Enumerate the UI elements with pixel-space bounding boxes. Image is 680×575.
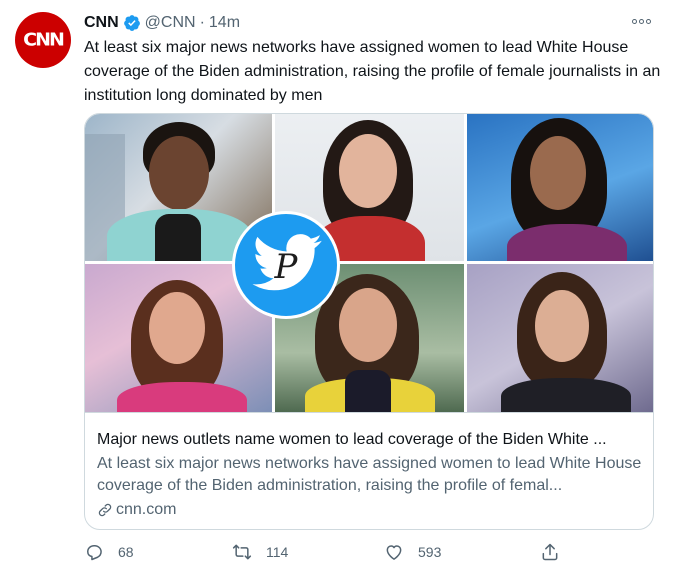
verified-badge-icon [123, 15, 140, 31]
more-options-icon[interactable] [630, 14, 652, 28]
avatar[interactable]: CNN [15, 12, 71, 68]
action-bar: 68 114 593 [84, 540, 564, 564]
like-count: 593 [418, 544, 442, 560]
handle[interactable]: @CNN [145, 14, 196, 32]
card-domain[interactable]: cnn.com [97, 499, 643, 521]
card-body[interactable]: Major news outlets name women to lead co… [85, 412, 653, 529]
watermark-letter: P [274, 247, 298, 287]
reply-icon [87, 545, 102, 561]
link-icon [98, 503, 112, 517]
card-image[interactable]: P [85, 114, 653, 412]
photo-6 [467, 264, 653, 412]
separator: · [199, 14, 205, 31]
share-button[interactable] [540, 540, 560, 564]
reply-button[interactable]: 68 [84, 540, 134, 564]
tweet-header: CNN @CNN · 14m [84, 12, 240, 34]
photo-3 [467, 114, 653, 261]
retweet-button[interactable]: 114 [232, 540, 288, 564]
display-name[interactable]: CNN [84, 14, 119, 32]
card-description: At least six major news networks have as… [97, 455, 642, 494]
tweet[interactable]: CNN CNN @CNN · 14m At least six major ne… [0, 0, 680, 575]
tweet-text: At least six major news networks have as… [84, 39, 661, 104]
card-domain-text: cnn.com [116, 501, 177, 518]
cnn-logo: CNN [23, 29, 65, 51]
retweet-count: 114 [266, 544, 289, 560]
reply-count: 68 [118, 544, 134, 560]
timestamp[interactable]: 14m [209, 14, 240, 32]
share-icon [542, 543, 558, 561]
heart-icon [386, 545, 402, 560]
like-button[interactable]: 593 [384, 540, 441, 564]
link-card[interactable]: P Major news outlets name women to lead … [84, 113, 654, 530]
retweet-icon [232, 544, 252, 560]
card-title[interactable]: Major news outlets name women to lead co… [97, 429, 643, 451]
